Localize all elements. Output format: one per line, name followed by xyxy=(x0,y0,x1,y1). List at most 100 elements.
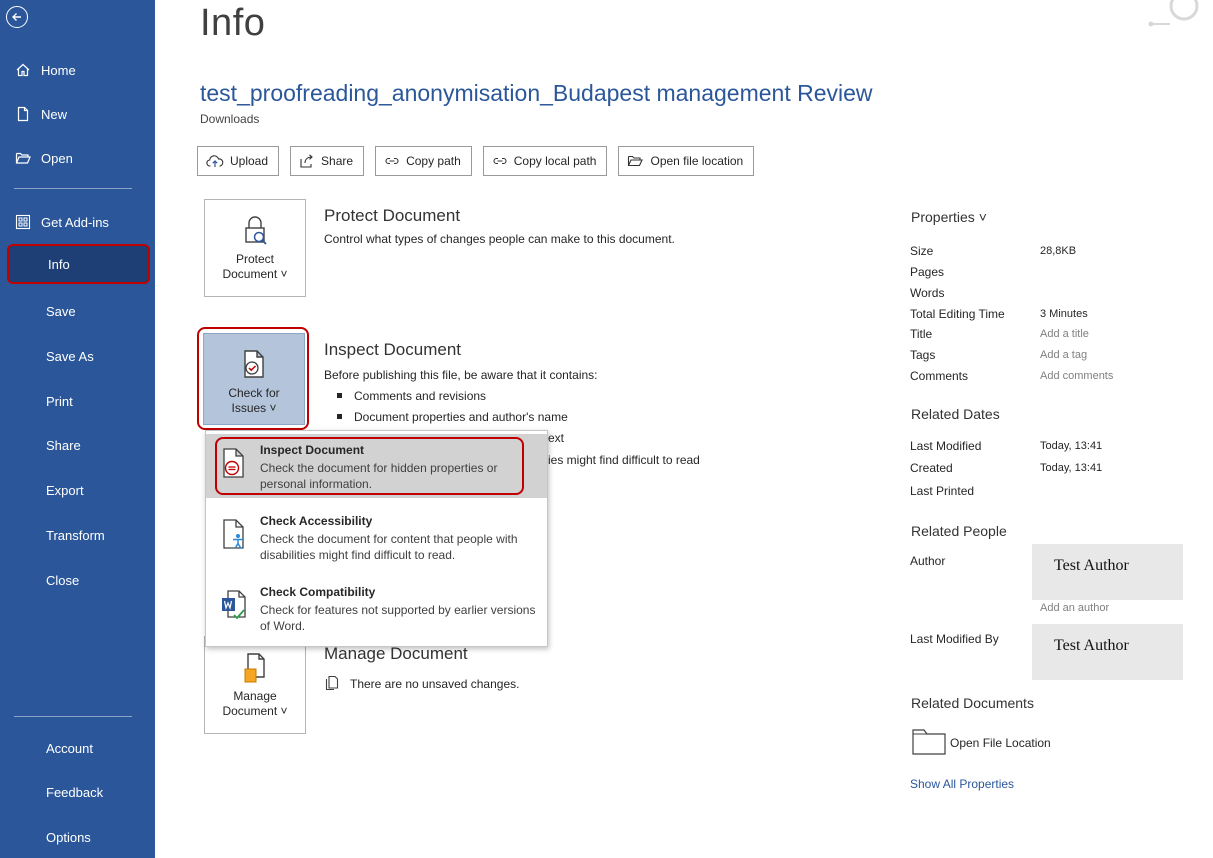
manage-document-icon xyxy=(244,653,265,683)
sidebar-item-open[interactable]: Open xyxy=(0,138,155,178)
sidebar-item-account[interactable]: Account xyxy=(0,728,155,768)
show-all-properties-link[interactable]: Show All Properties xyxy=(910,777,1014,791)
sidebar-item-label: Transform xyxy=(46,527,105,543)
inspect-bullet-partial-accessibility: ies might find difficult to read xyxy=(548,453,700,467)
sidebar-item-label: Info xyxy=(48,256,70,272)
sidebar-item-print[interactable]: Print xyxy=(0,381,155,421)
sidebar-item-label: Options xyxy=(46,829,91,845)
sidebar-item-label: Open xyxy=(41,150,73,166)
menu-item-title: Check Compatibility xyxy=(260,585,376,599)
author-name-box[interactable]: Test Author xyxy=(1032,544,1183,600)
page-title: Info xyxy=(200,2,266,44)
property-label-last-printed: Last Printed xyxy=(910,484,975,498)
menu-item-check-accessibility[interactable]: Check Accessibility Check the document f… xyxy=(206,505,547,569)
sidebar-item-label: Home xyxy=(41,62,76,78)
document-location: Downloads xyxy=(200,112,260,126)
property-value-size: 28,8KB xyxy=(1040,245,1077,257)
menu-item-check-compatibility[interactable]: Check Compatibility Check for features n… xyxy=(206,576,547,640)
property-label-created: Created xyxy=(910,461,953,475)
menu-item-description: Check the document for content that peop… xyxy=(260,532,518,562)
properties-heading[interactable]: Properties ˅ xyxy=(911,209,987,225)
property-label-title: Title xyxy=(910,327,933,341)
inspect-bullet-comments: Comments and revisions xyxy=(334,389,486,403)
new-document-icon xyxy=(14,105,32,123)
share-button[interactable]: Share xyxy=(290,146,365,176)
sidebar-item-transform[interactable]: Transform xyxy=(0,515,155,555)
file-actions-toolbar: Upload Share Copy path Copy local path O… xyxy=(197,146,755,176)
sidebar-item-label: Feedback xyxy=(46,784,104,800)
manage-document-button[interactable]: Manage Document ˅ xyxy=(204,636,306,734)
manage-document-description: There are no unsaved changes. xyxy=(350,677,520,691)
menu-item-description: Check for features not supported by earl… xyxy=(260,603,536,633)
share-icon xyxy=(300,154,313,168)
sidebar-item-get-addins[interactable]: Get Add-ins xyxy=(0,202,155,242)
sidebar-item-label: Print xyxy=(46,393,73,409)
link-icon xyxy=(385,157,399,165)
open-file-location-button[interactable]: Open file location xyxy=(618,146,755,176)
related-documents-heading: Related Documents xyxy=(911,695,1034,711)
property-label-tags: Tags xyxy=(910,348,936,362)
property-value-created: Today, 13:41 xyxy=(1040,462,1103,474)
sidebar-item-save[interactable]: Save xyxy=(0,291,155,331)
sidebar-divider xyxy=(14,188,132,189)
accessibility-icon xyxy=(223,519,244,549)
back-arrow-icon xyxy=(12,13,21,21)
add-author-input[interactable]: Add an author xyxy=(1040,602,1109,614)
sidebar-item-share[interactable]: Share xyxy=(0,425,155,465)
inspect-bullet-properties: Document properties and author's name xyxy=(334,410,568,424)
menu-item-title: Check Accessibility xyxy=(260,514,373,528)
folder-icon xyxy=(912,729,946,755)
document-title: test_proofreading_anonymisation_Budapest… xyxy=(200,80,873,106)
folder-open-icon xyxy=(628,155,644,167)
sidebar-item-close[interactable]: Close xyxy=(0,560,155,600)
check-for-issues-button[interactable]: Check for Issues ˅ xyxy=(203,333,305,425)
back-button[interactable] xyxy=(6,6,28,28)
sidebar-item-options[interactable]: Options xyxy=(0,817,155,857)
related-dates-heading: Related Dates xyxy=(911,406,1000,422)
property-value-comments-input[interactable]: Add comments xyxy=(1040,370,1113,382)
upload-button[interactable]: Upload xyxy=(197,146,280,176)
sidebar-item-label: Export xyxy=(46,482,84,498)
property-label-size: Size xyxy=(910,244,934,258)
property-label-comments: Comments xyxy=(910,369,969,383)
corner-decoration-icon xyxy=(1148,0,1199,27)
property-value-last-modified: Today, 13:41 xyxy=(1040,440,1103,452)
copy-path-button[interactable]: Copy path xyxy=(375,146,472,176)
property-label-words: Words xyxy=(910,286,945,300)
property-label-author: Author xyxy=(910,554,946,568)
property-value-title-input[interactable]: Add a title xyxy=(1040,328,1089,340)
property-value-tags-input[interactable]: Add a tag xyxy=(1040,349,1087,361)
addins-grid-icon xyxy=(14,213,32,231)
property-label-last-modified-by: Last Modified By xyxy=(910,632,999,646)
sidebar-item-label: Get Add-ins xyxy=(41,214,109,230)
sidebar-item-export[interactable]: Export xyxy=(0,470,155,510)
copy-local-path-button[interactable]: Copy local path xyxy=(482,146,608,176)
last-modified-by-box[interactable]: Test Author xyxy=(1032,624,1183,680)
link-icon xyxy=(493,157,507,165)
related-people-heading: Related People xyxy=(911,523,1007,539)
sidebar-item-home[interactable]: Home xyxy=(0,50,155,90)
inspect-document-description: Before publishing this file, be aware th… xyxy=(324,368,598,382)
sidebar-item-label: Share xyxy=(46,437,81,453)
property-label-last-modified: Last Modified xyxy=(910,439,982,453)
open-file-location-link[interactable]: Open File Location xyxy=(950,736,1051,750)
protect-document-description: Control what types of changes people can… xyxy=(324,232,675,246)
inspect-document-title: Inspect Document xyxy=(324,340,462,359)
check-for-issues-menu: Inspect Document Check the document for … xyxy=(205,430,548,647)
document-versions-icon xyxy=(325,675,339,691)
protect-document-button[interactable]: Protect Document ˅ xyxy=(204,199,306,297)
protect-document-title: Protect Document xyxy=(324,206,461,225)
inspect-document-highlight xyxy=(215,437,524,495)
cloud-upload-icon xyxy=(206,155,224,167)
sidebar-item-save-as[interactable]: Save As xyxy=(0,336,155,376)
lock-search-icon xyxy=(245,216,267,245)
property-label-editing-time: Total Editing Time xyxy=(910,307,1005,321)
sidebar-item-label: Close xyxy=(46,572,80,588)
inspect-document-icon xyxy=(244,350,264,378)
sidebar-item-new[interactable]: New xyxy=(0,94,155,134)
sidebar-item-feedback[interactable]: Feedback xyxy=(0,772,155,812)
backstage-sidebar: Home New Open Get Add-ins Info Save Save… xyxy=(0,0,155,858)
property-label-pages: Pages xyxy=(910,265,945,279)
sidebar-item-info[interactable]: Info xyxy=(7,244,150,284)
property-value-editing-time: 3 Minutes xyxy=(1040,308,1088,320)
